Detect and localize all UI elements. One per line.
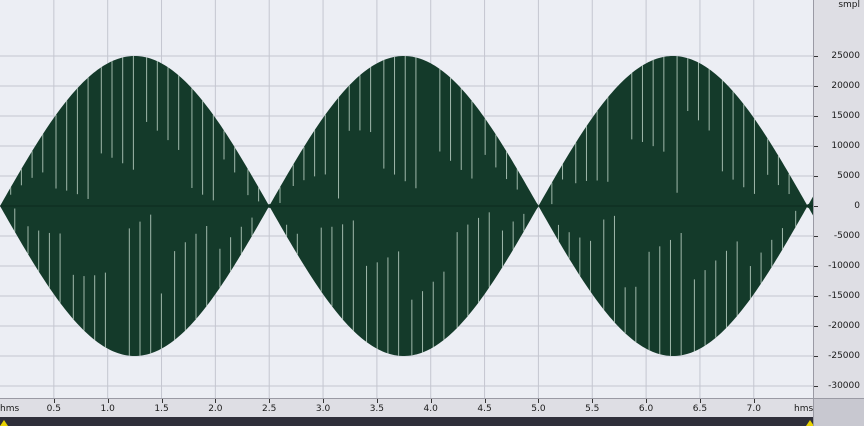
amplitude-tick-mark bbox=[814, 176, 818, 177]
time-unit-label-left: hms bbox=[0, 404, 20, 414]
amplitude-tick-mark bbox=[814, 206, 818, 207]
time-tick-label: 7.0 bbox=[746, 404, 761, 414]
amplitude-tick-label: 0 bbox=[854, 201, 860, 211]
time-tick-mark bbox=[484, 399, 486, 403]
time-tick-label: 6.5 bbox=[692, 404, 708, 414]
amplitude-tick-mark bbox=[814, 86, 818, 87]
amplitude-ruler[interactable]: smpl 25000 20000 15000 10000 5000 0 -5000 -1000… bbox=[813, 0, 864, 398]
time-tick-label: 3.5 bbox=[369, 404, 385, 414]
waveform-view[interactable] bbox=[0, 0, 813, 398]
time-tick-mark bbox=[753, 399, 755, 403]
amplitude-tick-label: -10000 bbox=[828, 261, 860, 271]
time-tick-mark bbox=[323, 399, 325, 403]
time-tick-label: 1.5 bbox=[154, 404, 169, 414]
amplitude-tick-label: -25000 bbox=[828, 351, 860, 361]
amplitude-tick-label: -5000 bbox=[833, 231, 860, 241]
time-tick-mark bbox=[376, 399, 378, 403]
time-tick-mark bbox=[269, 399, 271, 403]
time-tick-mark bbox=[646, 399, 648, 403]
ruler-corner bbox=[813, 398, 864, 426]
time-tick-label: 5.5 bbox=[585, 404, 600, 414]
time-unit-label-right: hms bbox=[794, 404, 814, 414]
time-tick-label: 6.0 bbox=[638, 404, 654, 414]
amplitude-tick-mark bbox=[814, 296, 818, 297]
horizontal-scroll-strip[interactable] bbox=[0, 417, 813, 426]
amplitude-tick-mark bbox=[814, 146, 818, 147]
waveform-canvas[interactable] bbox=[0, 0, 813, 398]
time-tick-label: 2.0 bbox=[208, 404, 223, 414]
amplitude-tick-mark bbox=[814, 386, 818, 387]
start-marker-icon[interactable] bbox=[0, 420, 8, 426]
amplitude-tick-label: -30000 bbox=[828, 381, 860, 391]
time-tick-mark bbox=[215, 399, 217, 403]
time-tick-mark bbox=[699, 399, 701, 403]
amplitude-tick-label: -20000 bbox=[828, 321, 860, 331]
amplitude-tick-label: 20000 bbox=[831, 81, 860, 91]
time-tick-label: 3.0 bbox=[315, 404, 331, 414]
time-tick-label: 0.5 bbox=[46, 404, 61, 414]
time-tick-mark bbox=[161, 399, 163, 403]
time-tick-label: 2.5 bbox=[262, 404, 277, 414]
amplitude-unit-label: smpl bbox=[838, 0, 860, 10]
time-tick-mark bbox=[538, 399, 540, 403]
amplitude-tick-mark bbox=[814, 266, 818, 267]
amplitude-tick-label: 25000 bbox=[831, 51, 860, 61]
time-tick-label: 1.0 bbox=[100, 404, 115, 414]
amplitude-tick-mark bbox=[814, 56, 818, 57]
time-tick-mark bbox=[430, 399, 432, 403]
amplitude-tick-mark bbox=[814, 116, 818, 117]
amplitude-tick-label: 10000 bbox=[831, 141, 860, 151]
amplitude-tick-label: 15000 bbox=[831, 111, 860, 121]
time-tick-mark bbox=[53, 399, 55, 403]
time-tick-label: 5.0 bbox=[531, 404, 546, 414]
time-tick-mark bbox=[107, 399, 109, 403]
amplitude-tick-mark bbox=[814, 236, 818, 237]
time-tick-mark bbox=[592, 399, 594, 403]
amplitude-tick-label: 5000 bbox=[837, 171, 860, 181]
amplitude-tick-mark bbox=[814, 356, 818, 357]
amplitude-tick-mark bbox=[814, 326, 818, 327]
time-tick-label: 4.0 bbox=[423, 404, 438, 414]
amplitude-tick-label: -15000 bbox=[828, 291, 860, 301]
time-tick-label: 4.5 bbox=[477, 404, 492, 414]
